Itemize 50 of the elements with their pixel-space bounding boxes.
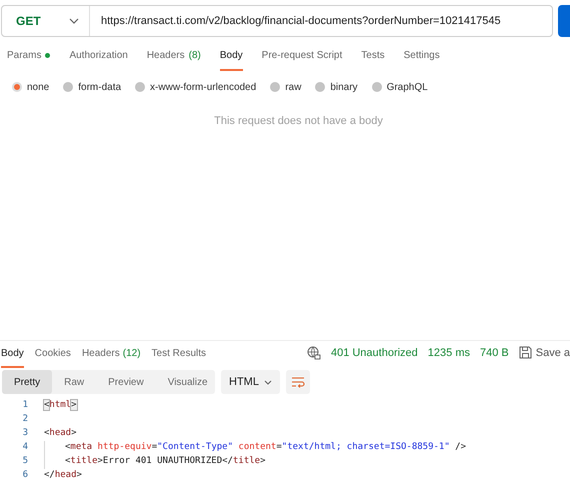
globe-lock-icon xyxy=(306,346,321,360)
line-number: 4 xyxy=(22,441,28,454)
code-line: <meta http-equiv="Content-Type" content="text/html; charset=ISO-8859-1" /> xyxy=(65,441,466,454)
request-tab[interactable]: Pre-request Script xyxy=(262,46,342,71)
radio-button[interactable] xyxy=(135,82,146,92)
code-line: </head> xyxy=(44,469,82,480)
code-line: <title>Error 401 UNAUTHORIZED</title> xyxy=(65,455,266,468)
line-number: 6 xyxy=(22,469,28,480)
line-number: 1 xyxy=(22,399,28,412)
format-dropdown[interactable]: HTML xyxy=(221,370,280,394)
send-button[interactable] xyxy=(558,5,570,37)
request-tab[interactable]: Body xyxy=(220,46,243,71)
line-number: 5 xyxy=(22,455,28,468)
radio-button[interactable] xyxy=(270,82,280,92)
view-mode-tab[interactable]: Raw xyxy=(52,370,96,394)
view-mode-tab[interactable]: Pretty xyxy=(2,370,52,394)
status-code: 401 Unauthorized xyxy=(330,346,418,360)
view-mode-tab[interactable]: Preview xyxy=(96,370,156,394)
request-tab[interactable]: Params xyxy=(7,46,50,71)
radio-button[interactable] xyxy=(372,82,382,92)
wrap-lines-icon xyxy=(291,376,305,388)
radio-button[interactable] xyxy=(63,82,74,92)
line-number: 2 xyxy=(22,413,28,426)
response-size: 740 B xyxy=(480,346,509,360)
request-tab[interactable]: Settings xyxy=(404,46,440,71)
response-tab[interactable]: Headers (12) xyxy=(82,346,141,368)
radio-label[interactable]: GraphQL xyxy=(386,80,428,94)
line-number: 3 xyxy=(22,427,28,440)
empty-message: This request does not have a body xyxy=(213,114,384,129)
request-tab[interactable]: Tests xyxy=(361,46,385,71)
response-tab[interactable]: Cookies xyxy=(34,346,71,368)
chevron-down-icon xyxy=(69,18,79,24)
radio-label[interactable]: binary xyxy=(330,80,358,94)
chevron-down-icon xyxy=(264,380,272,384)
response-tab[interactable]: Body xyxy=(1,346,24,368)
save-response-button[interactable]: Save a xyxy=(518,344,570,361)
radio-button[interactable] xyxy=(315,82,326,92)
request-tab[interactable]: Authorization xyxy=(69,46,128,71)
view-mode-tab[interactable]: Visualize xyxy=(156,370,220,394)
request-tab[interactable]: Headers (8) xyxy=(146,46,201,71)
radio-label[interactable]: form-data xyxy=(78,80,122,94)
response-time: 1235 ms xyxy=(428,346,470,360)
radio-label[interactable]: none xyxy=(27,80,50,94)
radio-button[interactable] xyxy=(12,82,22,92)
radio-label[interactable]: raw xyxy=(285,80,302,94)
radio-label[interactable]: x-www-form-urlencoded xyxy=(150,80,256,94)
code-line: <html> xyxy=(44,399,77,412)
wrap-lines-button[interactable] xyxy=(286,370,310,394)
response-tab[interactable]: Test Results xyxy=(152,346,206,368)
code-line: <head> xyxy=(44,427,77,440)
